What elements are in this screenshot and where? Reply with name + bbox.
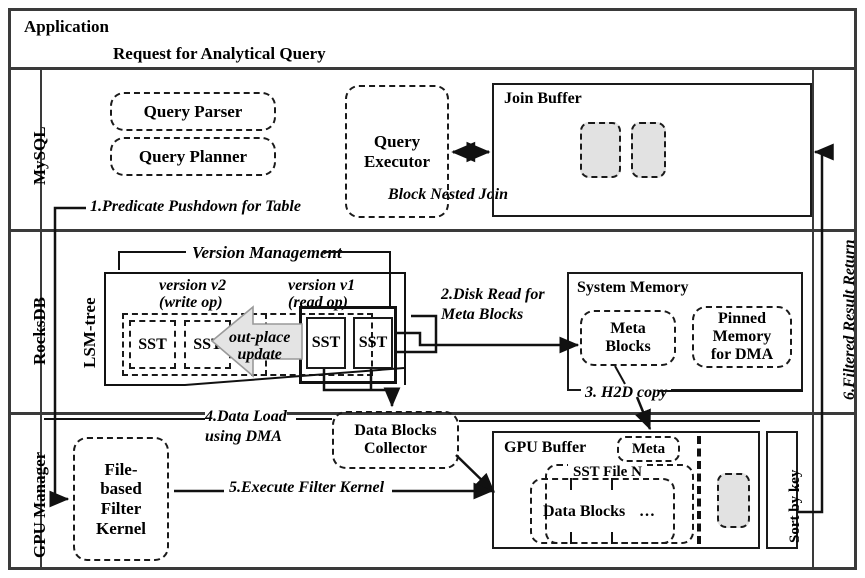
sst-label: SST (358, 334, 388, 351)
lsm-box-top (104, 272, 404, 274)
architecture-diagram: Application Request for Analytical Query… (0, 0, 865, 578)
sst-label: SST (138, 335, 167, 353)
step6-label: 6.Filtered Result Return (841, 239, 858, 400)
out-place-update-label: out-place update (229, 329, 291, 364)
application-title: Application (24, 17, 110, 36)
step4-label: 4.Data Load using DMA (205, 407, 287, 447)
join-buffer-block-1 (580, 122, 621, 178)
query-executor-label: Query Executor (363, 131, 431, 171)
sort-by-key-label: Sort by key (787, 469, 803, 543)
sst-label: SST (311, 334, 341, 351)
meta-blocks-label: Meta Blocks (605, 319, 651, 355)
join-buffer-block-2 (631, 122, 666, 178)
gpu-buffer-divider (697, 436, 701, 544)
pinned-memory-label: Pinned Memory for DMA (710, 310, 774, 363)
side-label-mysql: MySQL (30, 126, 49, 185)
lsm-box-left (104, 272, 106, 385)
query-parser-box[interactable]: Query Parser (110, 92, 276, 131)
version-management-label: Version Management (186, 243, 348, 263)
sst-label: SST (193, 335, 222, 353)
system-memory-label: System Memory (577, 279, 689, 296)
divider-mysql-rocksdb (8, 229, 857, 232)
block-nested-join-label: Block Nested Join (388, 186, 508, 203)
gpu-buffer-label: GPU Buffer (504, 439, 587, 456)
sst-box-v1-2[interactable]: SST (353, 317, 393, 369)
step3-label: 3. H2D copy (581, 384, 672, 402)
side-label-rocksdb: RocksDB (30, 296, 49, 365)
file-based-filter-kernel-box[interactable]: File- based Filter Kernel (73, 437, 169, 561)
pinned-memory-box[interactable]: Pinned Memory for DMA (692, 306, 792, 368)
version-v2-label: version v2 (write op) (159, 277, 227, 312)
query-parser-label: Query Parser (143, 101, 243, 121)
data-block-sep-2 (611, 478, 613, 490)
divider-application-mysql (8, 67, 857, 70)
sst-box-v2-1[interactable]: SST (129, 320, 176, 369)
data-blocks-ellipsis: … (639, 503, 655, 520)
side-label-gpu-manager: GPU Manager (30, 451, 49, 558)
sst-box-v1-1[interactable]: SST (306, 317, 346, 369)
query-planner-box[interactable]: Query Planner (110, 137, 276, 176)
query-planner-label: Query Planner (138, 146, 248, 166)
application-request-label: Request for Analytical Query (113, 44, 326, 63)
file-based-filter-kernel-label: File- based Filter Kernel (95, 459, 147, 538)
data-block-sep-1 (570, 478, 572, 490)
data-blocks-collector-box[interactable]: Data Blocks Collector (332, 411, 459, 469)
step5-label: 5.Execute Filter Kernel (224, 479, 390, 497)
data-block-sep-3 (570, 532, 572, 544)
sst-box-v2-2[interactable]: SST (184, 320, 231, 369)
divider-return-column (812, 67, 814, 570)
step1-label: 1.Predicate Pushdown for Table (90, 198, 301, 215)
gpu-buffer-result-block (717, 473, 750, 528)
lsm-box-right (404, 272, 406, 385)
meta-box[interactable]: Meta (617, 436, 680, 462)
lsm-tree-label: LSM-tree (80, 297, 99, 369)
data-block-sep-4 (611, 532, 613, 544)
data-blocks-label: Data Blocks (543, 503, 626, 520)
meta-label: Meta (631, 440, 666, 457)
meta-blocks-box[interactable]: Meta Blocks (580, 310, 676, 366)
join-buffer-label: Join Buffer (504, 90, 582, 107)
data-blocks-collector-label: Data Blocks Collector (354, 421, 437, 457)
step2-label: 2.Disk Read for Meta Blocks (441, 286, 545, 323)
